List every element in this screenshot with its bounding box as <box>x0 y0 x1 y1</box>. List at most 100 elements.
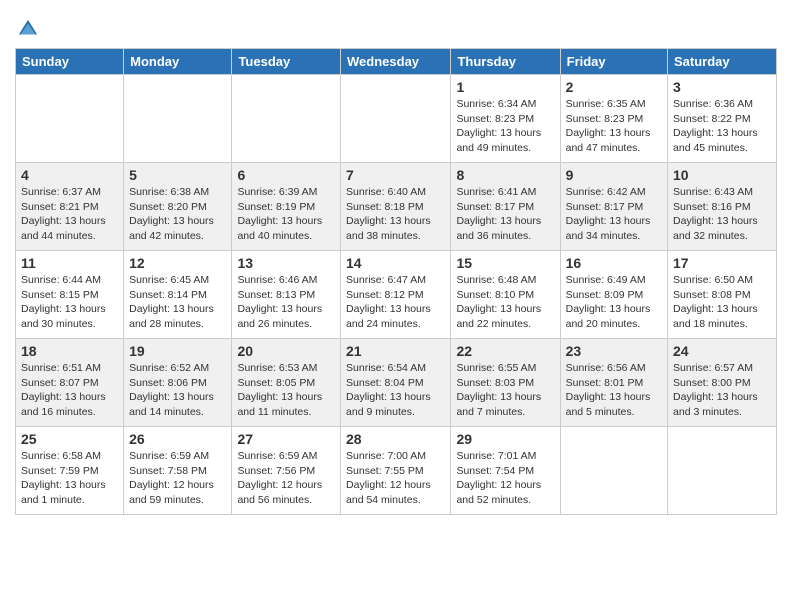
day-info: Sunrise: 6:35 AM Sunset: 8:23 PM Dayligh… <box>566 97 662 156</box>
calendar-cell: 24 Sunrise: 6:57 AM Sunset: 8:00 PM Dayli… <box>668 339 777 427</box>
calendar-cell <box>341 75 451 163</box>
calendar-cell: 25 Sunrise: 6:58 AM Sunset: 7:59 PM Dayli… <box>16 427 124 515</box>
day-info: Sunrise: 6:46 AM Sunset: 8:13 PM Dayligh… <box>237 273 335 332</box>
day-number: 24 <box>673 343 771 359</box>
day-number: 23 <box>566 343 662 359</box>
calendar-cell: 10 Sunrise: 6:43 AM Sunset: 8:16 PM Dayli… <box>668 163 777 251</box>
day-info: Sunrise: 6:39 AM Sunset: 8:19 PM Dayligh… <box>237 185 335 244</box>
calendar-cell: 26 Sunrise: 6:59 AM Sunset: 7:58 PM Dayli… <box>124 427 232 515</box>
calendar-cell: 11Sunrise: 6:44 AM Sunset: 8:15 PM Dayli… <box>16 251 124 339</box>
day-number: 19 <box>129 343 226 359</box>
calendar-cell <box>124 75 232 163</box>
calendar-cell: 4 Sunrise: 6:37 AM Sunset: 8:21 PM Daylig… <box>16 163 124 251</box>
calendar-cell: 12 Sunrise: 6:45 AM Sunset: 8:14 PM Dayli… <box>124 251 232 339</box>
day-info: Sunrise: 6:54 AM Sunset: 8:04 PM Dayligh… <box>346 361 445 420</box>
day-info: Sunrise: 6:45 AM Sunset: 8:14 PM Dayligh… <box>129 273 226 332</box>
calendar-week-row: 1 Sunrise: 6:34 AM Sunset: 8:23 PM Daylig… <box>16 75 777 163</box>
calendar-cell <box>560 427 667 515</box>
day-info: Sunrise: 6:57 AM Sunset: 8:00 PM Dayligh… <box>673 361 771 420</box>
day-info: Sunrise: 6:48 AM Sunset: 8:10 PM Dayligh… <box>456 273 554 332</box>
day-info: Sunrise: 6:40 AM Sunset: 8:18 PM Dayligh… <box>346 185 445 244</box>
calendar-cell <box>668 427 777 515</box>
day-number: 21 <box>346 343 445 359</box>
day-number: 15 <box>456 255 554 271</box>
col-header-tuesday: Tuesday <box>232 49 341 75</box>
day-info: Sunrise: 7:00 AM Sunset: 7:55 PM Dayligh… <box>346 449 445 508</box>
day-number: 13 <box>237 255 335 271</box>
col-header-wednesday: Wednesday <box>341 49 451 75</box>
day-number: 18 <box>21 343 118 359</box>
day-number: 10 <box>673 167 771 183</box>
day-info: Sunrise: 6:44 AM Sunset: 8:15 PM Dayligh… <box>21 273 118 332</box>
calendar-cell: 18 Sunrise: 6:51 AM Sunset: 8:07 PM Dayli… <box>16 339 124 427</box>
calendar-header-row: SundayMondayTuesdayWednesdayThursdayFrid… <box>16 49 777 75</box>
calendar-cell: 3 Sunrise: 6:36 AM Sunset: 8:22 PM Daylig… <box>668 75 777 163</box>
day-number: 2 <box>566 79 662 95</box>
day-info: Sunrise: 6:58 AM Sunset: 7:59 PM Dayligh… <box>21 449 118 508</box>
day-number: 6 <box>237 167 335 183</box>
calendar-cell: 27Sunrise: 6:59 AM Sunset: 7:56 PM Dayli… <box>232 427 341 515</box>
day-info: Sunrise: 6:47 AM Sunset: 8:12 PM Dayligh… <box>346 273 445 332</box>
logo <box>15 18 39 40</box>
day-number: 7 <box>346 167 445 183</box>
calendar-cell: 6 Sunrise: 6:39 AM Sunset: 8:19 PM Daylig… <box>232 163 341 251</box>
col-header-monday: Monday <box>124 49 232 75</box>
day-number: 8 <box>456 167 554 183</box>
day-info: Sunrise: 6:37 AM Sunset: 8:21 PM Dayligh… <box>21 185 118 244</box>
calendar-week-row: 25 Sunrise: 6:58 AM Sunset: 7:59 PM Dayli… <box>16 427 777 515</box>
logo-icon <box>17 18 39 40</box>
calendar-cell: 2 Sunrise: 6:35 AM Sunset: 8:23 PM Daylig… <box>560 75 667 163</box>
day-info: Sunrise: 6:51 AM Sunset: 8:07 PM Dayligh… <box>21 361 118 420</box>
day-info: Sunrise: 6:42 AM Sunset: 8:17 PM Dayligh… <box>566 185 662 244</box>
calendar-week-row: 4 Sunrise: 6:37 AM Sunset: 8:21 PM Daylig… <box>16 163 777 251</box>
day-number: 25 <box>21 431 118 447</box>
day-number: 28 <box>346 431 445 447</box>
calendar-cell: 17 Sunrise: 6:50 AM Sunset: 8:08 PM Dayli… <box>668 251 777 339</box>
day-number: 22 <box>456 343 554 359</box>
day-info: Sunrise: 6:59 AM Sunset: 7:58 PM Dayligh… <box>129 449 226 508</box>
page-header <box>15 10 777 40</box>
day-info: Sunrise: 6:49 AM Sunset: 8:09 PM Dayligh… <box>566 273 662 332</box>
day-number: 17 <box>673 255 771 271</box>
day-number: 1 <box>456 79 554 95</box>
day-info: Sunrise: 6:50 AM Sunset: 8:08 PM Dayligh… <box>673 273 771 332</box>
day-info: Sunrise: 6:56 AM Sunset: 8:01 PM Dayligh… <box>566 361 662 420</box>
col-header-sunday: Sunday <box>16 49 124 75</box>
day-info: Sunrise: 6:38 AM Sunset: 8:20 PM Dayligh… <box>129 185 226 244</box>
calendar-cell: 28 Sunrise: 7:00 AM Sunset: 7:55 PM Dayli… <box>341 427 451 515</box>
calendar-cell: 13 Sunrise: 6:46 AM Sunset: 8:13 PM Dayli… <box>232 251 341 339</box>
day-info: Sunrise: 6:34 AM Sunset: 8:23 PM Dayligh… <box>456 97 554 156</box>
col-header-friday: Friday <box>560 49 667 75</box>
calendar-cell <box>16 75 124 163</box>
day-info: Sunrise: 6:55 AM Sunset: 8:03 PM Dayligh… <box>456 361 554 420</box>
calendar-week-row: 18 Sunrise: 6:51 AM Sunset: 8:07 PM Dayli… <box>16 339 777 427</box>
day-number: 3 <box>673 79 771 95</box>
calendar-cell: 9 Sunrise: 6:42 AM Sunset: 8:17 PM Daylig… <box>560 163 667 251</box>
day-number: 5 <box>129 167 226 183</box>
calendar-cell: 29Sunrise: 7:01 AM Sunset: 7:54 PM Dayli… <box>451 427 560 515</box>
day-number: 14 <box>346 255 445 271</box>
day-info: Sunrise: 6:53 AM Sunset: 8:05 PM Dayligh… <box>237 361 335 420</box>
day-info: Sunrise: 6:41 AM Sunset: 8:17 PM Dayligh… <box>456 185 554 244</box>
day-info: Sunrise: 6:43 AM Sunset: 8:16 PM Dayligh… <box>673 185 771 244</box>
calendar-cell <box>232 75 341 163</box>
calendar-week-row: 11Sunrise: 6:44 AM Sunset: 8:15 PM Dayli… <box>16 251 777 339</box>
calendar-cell: 21 Sunrise: 6:54 AM Sunset: 8:04 PM Dayli… <box>341 339 451 427</box>
day-number: 9 <box>566 167 662 183</box>
calendar-cell: 22 Sunrise: 6:55 AM Sunset: 8:03 PM Dayli… <box>451 339 560 427</box>
calendar-cell: 19Sunrise: 6:52 AM Sunset: 8:06 PM Dayli… <box>124 339 232 427</box>
day-number: 16 <box>566 255 662 271</box>
calendar-table: SundayMondayTuesdayWednesdayThursdayFrid… <box>15 48 777 515</box>
calendar-cell: 20 Sunrise: 6:53 AM Sunset: 8:05 PM Dayli… <box>232 339 341 427</box>
calendar-cell: 14 Sunrise: 6:47 AM Sunset: 8:12 PM Dayli… <box>341 251 451 339</box>
calendar-cell: 15 Sunrise: 6:48 AM Sunset: 8:10 PM Dayli… <box>451 251 560 339</box>
col-header-thursday: Thursday <box>451 49 560 75</box>
day-number: 29 <box>456 431 554 447</box>
calendar-cell: 23 Sunrise: 6:56 AM Sunset: 8:01 PM Dayli… <box>560 339 667 427</box>
day-number: 4 <box>21 167 118 183</box>
day-number: 20 <box>237 343 335 359</box>
day-number: 12 <box>129 255 226 271</box>
calendar-cell: 8 Sunrise: 6:41 AM Sunset: 8:17 PM Daylig… <box>451 163 560 251</box>
day-info: Sunrise: 6:36 AM Sunset: 8:22 PM Dayligh… <box>673 97 771 156</box>
day-number: 26 <box>129 431 226 447</box>
